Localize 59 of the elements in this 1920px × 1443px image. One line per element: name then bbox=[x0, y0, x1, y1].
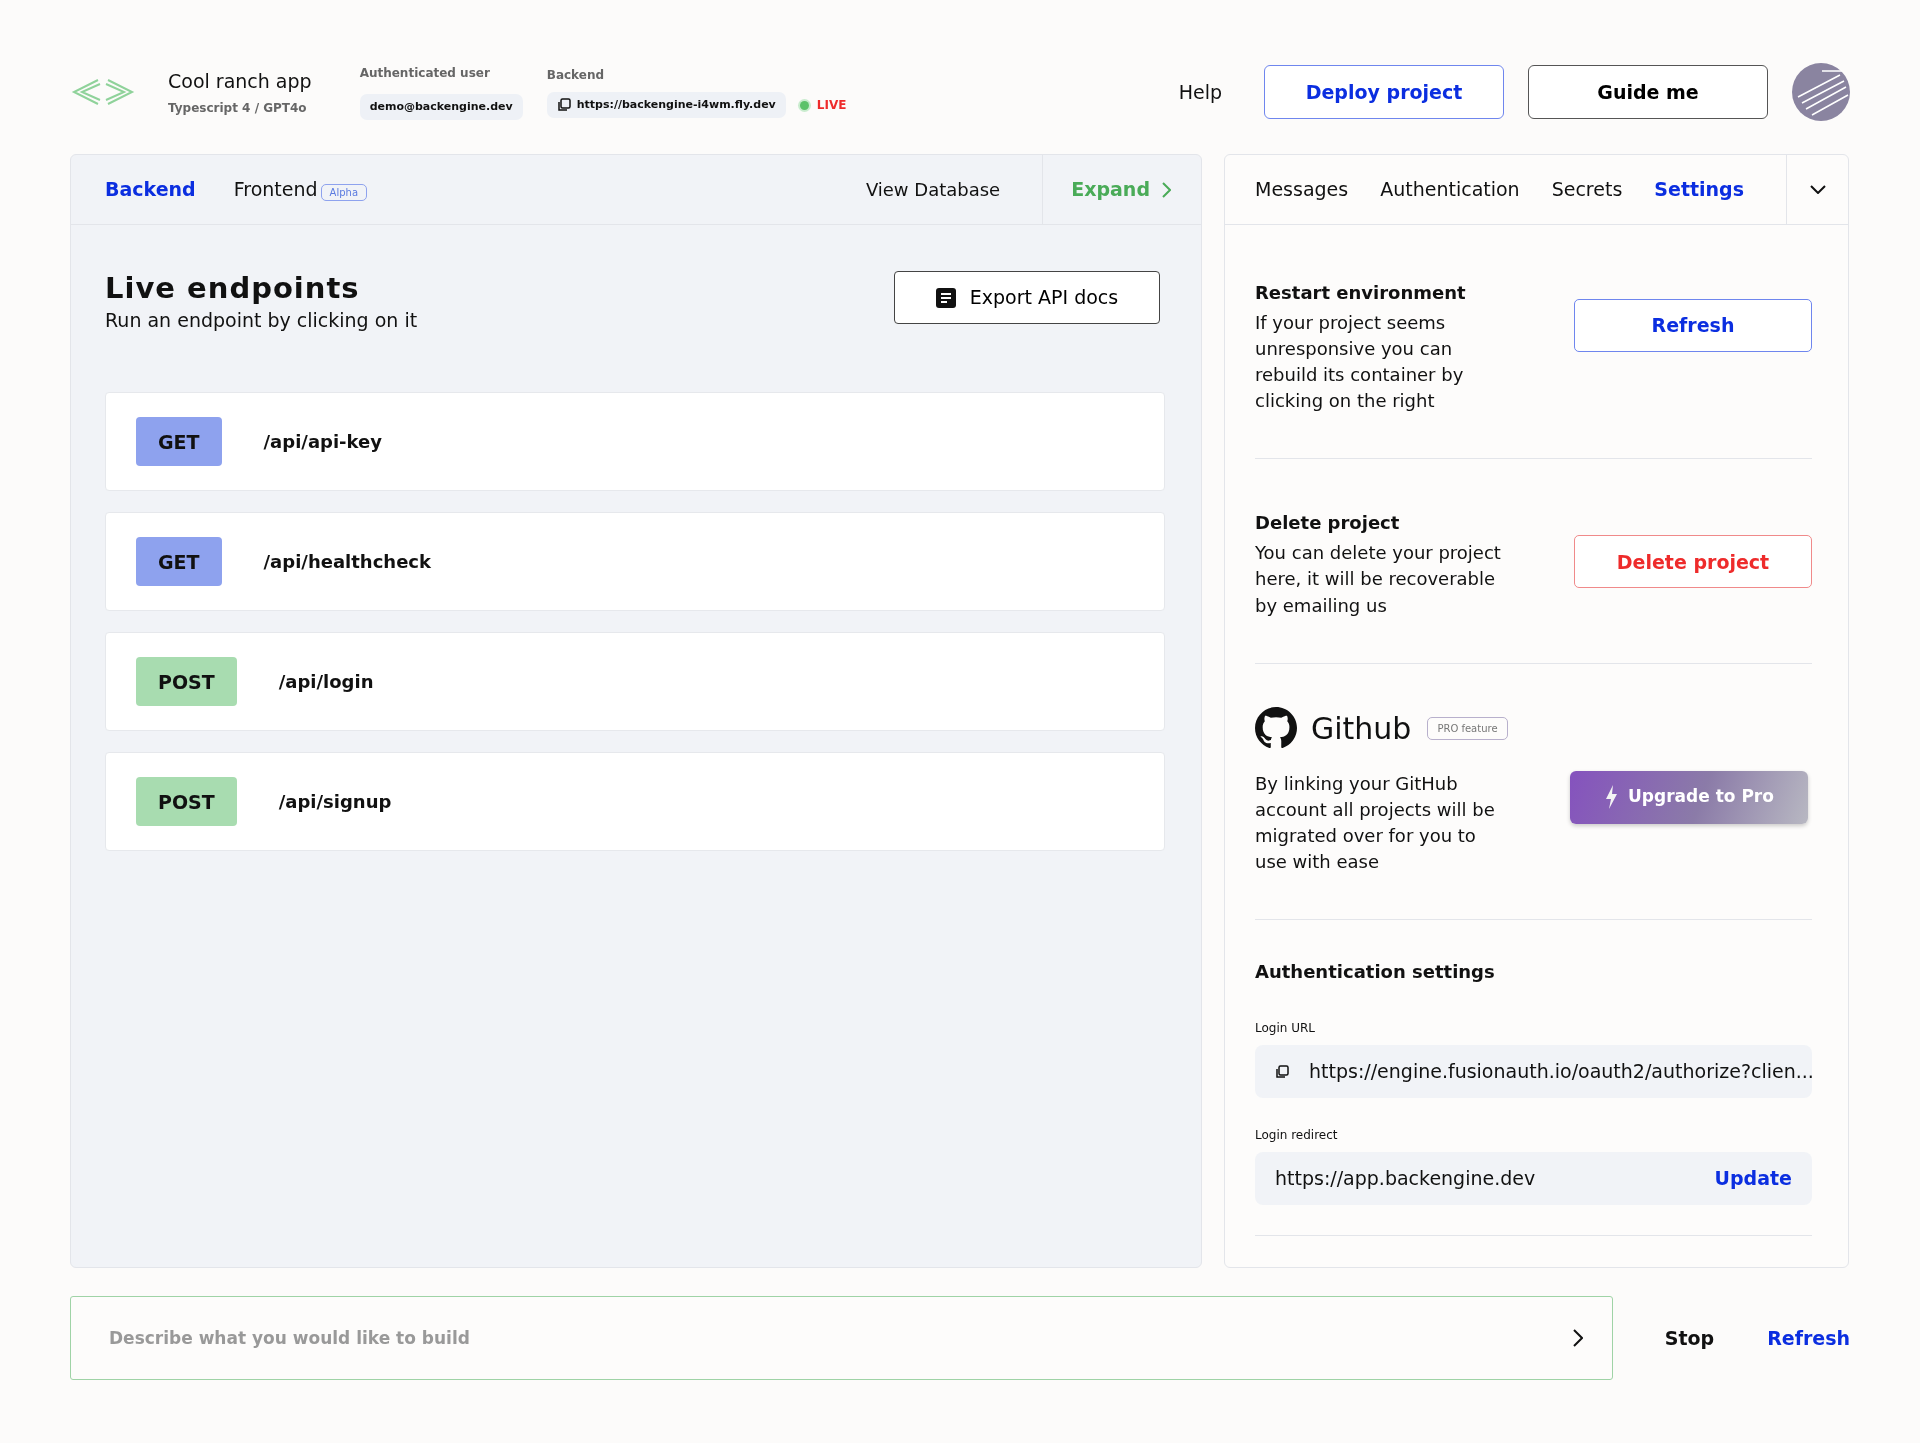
section-description: If your project seems unresponsive you can rebuild its container by clicking on the right bbox=[1255, 311, 1465, 414]
live-status: LIVE bbox=[816, 97, 847, 114]
guide-button[interactable]: Guide me bbox=[1528, 65, 1768, 119]
chevron-right-icon[interactable] bbox=[1572, 1329, 1583, 1347]
app-subtitle: Typescript 4 / GPT4o bbox=[168, 100, 308, 118]
tab[interactable]: Frontend Alpha bbox=[233, 175, 367, 204]
tab[interactable]: Messages bbox=[1255, 175, 1349, 204]
tab[interactable]: Secrets bbox=[1551, 175, 1623, 204]
field-label: Authenticated user bbox=[359, 64, 491, 82]
chevron-right-icon bbox=[1162, 181, 1171, 198]
endpoint-path: /api/healthcheck bbox=[263, 550, 431, 575]
copy-icon[interactable] bbox=[556, 98, 571, 112]
tab[interactable]: Authentication bbox=[1380, 175, 1520, 204]
pro-feature-badge: PRO feature bbox=[1427, 716, 1508, 740]
section-title: Delete project bbox=[1255, 511, 1401, 536]
user-email: demo@backengine.dev bbox=[359, 93, 523, 121]
method-tag: POST bbox=[136, 657, 237, 707]
tab[interactable]: Settings bbox=[1654, 175, 1744, 204]
refresh-button[interactable]: Refresh bbox=[1574, 299, 1812, 352]
endpoint-row[interactable]: GET /api/api-key bbox=[105, 392, 1165, 492]
section-subtitle: Run an endpoint by clicking on it bbox=[105, 307, 418, 333]
method-tag: POST bbox=[136, 777, 237, 827]
section-title: Restart environment bbox=[1255, 281, 1467, 305]
section-title: Github bbox=[1311, 709, 1412, 748]
lightning-icon bbox=[1604, 784, 1619, 811]
document-icon bbox=[935, 287, 956, 308]
logo-icon bbox=[70, 77, 136, 107]
endpoint-row[interactable]: GET /api/healthcheck bbox=[105, 512, 1165, 612]
login-url-field[interactable]: https://engine.fusionauth.io/oauth2/authorize?clien... bbox=[1255, 1045, 1812, 1099]
deploy-button[interactable]: Deploy project bbox=[1264, 65, 1504, 119]
backend-url[interactable]: https://backengine-i4wm.fly.dev bbox=[546, 91, 786, 119]
view-database-link[interactable]: View Database bbox=[865, 176, 1001, 203]
endpoint-path: /api/api-key bbox=[263, 430, 382, 455]
app-name: Cool ranch app bbox=[168, 68, 312, 94]
section-description: You can delete your project here, it will be recoverable by emailing us bbox=[1255, 541, 1502, 618]
github-cat-icon bbox=[1255, 707, 1297, 750]
method-tag: GET bbox=[136, 417, 222, 467]
help-link[interactable]: Help bbox=[1178, 77, 1222, 107]
copy-icon[interactable] bbox=[1275, 1064, 1289, 1079]
endpoint-row[interactable]: POST /api/signup bbox=[105, 752, 1165, 852]
field-label: Login redirect bbox=[1255, 1127, 1339, 1145]
export-api-docs-button[interactable]: Export API docs bbox=[894, 271, 1160, 324]
prompt-field[interactable]: Describe what you would like to build bbox=[70, 1296, 1613, 1380]
field-label: Backend bbox=[546, 66, 606, 84]
avatar bbox=[1792, 63, 1850, 121]
stop-button[interactable]: Stop bbox=[1664, 1323, 1715, 1353]
field-label: Login URL bbox=[1255, 1020, 1316, 1038]
method-tag: GET bbox=[136, 537, 222, 587]
endpoint-path: /api/login bbox=[278, 670, 374, 695]
update-button[interactable]: Update bbox=[1714, 1164, 1792, 1193]
tab[interactable]: Backend bbox=[105, 175, 196, 204]
login-redirect-value: https://app.backengine.dev bbox=[1275, 1166, 1536, 1192]
endpoint-path: /api/signup bbox=[278, 790, 392, 815]
section-description: By linking your GitHub account all projects will be migrated over for you to use with ease bbox=[1255, 771, 1496, 874]
section-title: Authentication settings bbox=[1255, 960, 1496, 985]
delete-project-button[interactable]: Delete project bbox=[1574, 535, 1812, 589]
refresh-button[interactable]: Refresh bbox=[1767, 1323, 1850, 1353]
endpoint-row[interactable]: POST /api/login bbox=[105, 632, 1165, 732]
section-title: Live endpoints bbox=[105, 271, 361, 306]
